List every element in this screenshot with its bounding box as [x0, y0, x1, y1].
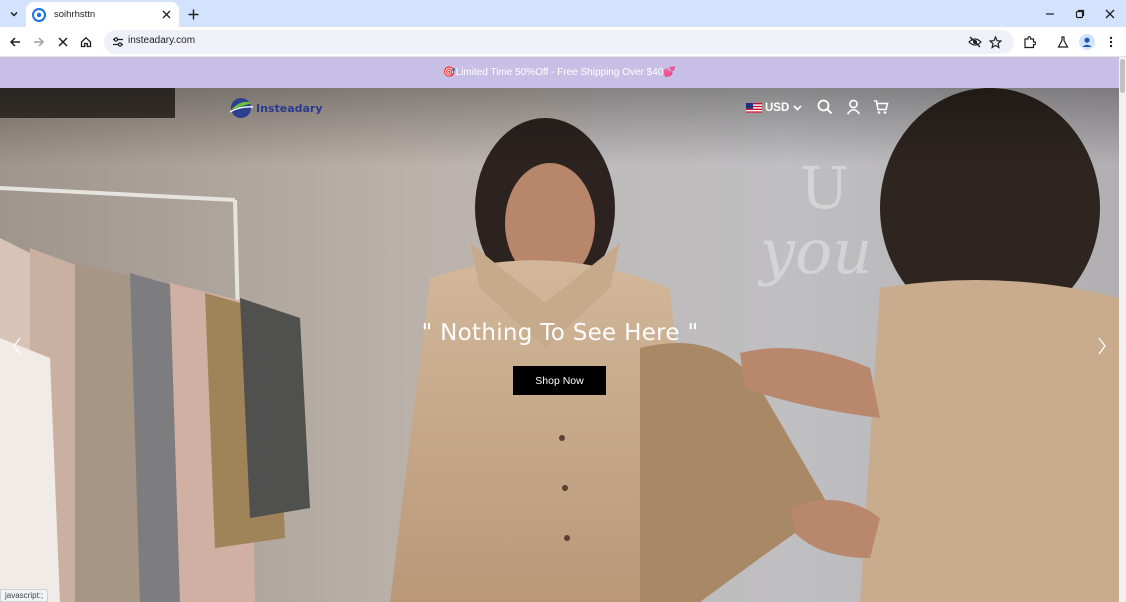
home-icon — [80, 36, 92, 48]
announcement-message: Limited Time 50%Off - Free Shipping Over… — [455, 67, 664, 78]
prev-slide-button[interactable] — [10, 336, 24, 356]
search-button[interactable] — [816, 98, 834, 116]
status-bubble: javascript:; — [0, 589, 49, 602]
tab-title: soihrhsttn — [54, 9, 96, 20]
minimize-icon — [1045, 9, 1055, 19]
active-tab[interactable]: soihrhsttn — [26, 2, 179, 27]
logo-mark-icon — [228, 97, 254, 119]
search-icon — [817, 99, 833, 115]
announcement-bar[interactable]: 🎯Limited Time 50%Off - Free Shipping Ove… — [0, 57, 1119, 88]
menu-button[interactable] — [1101, 32, 1121, 52]
heart-emoji: 💕 — [663, 67, 676, 78]
tab-strip: soihrhsttn — [0, 0, 1126, 27]
chevron-left-icon — [12, 337, 22, 355]
chevron-right-icon — [1097, 337, 1107, 355]
flask-icon — [1057, 36, 1069, 48]
address-bar[interactable]: insteadary.com — [104, 30, 1014, 54]
user-icon — [846, 99, 861, 115]
tune-icon[interactable] — [109, 33, 127, 51]
browser-toolbar: insteadary.com — [0, 27, 1126, 57]
close-window-button[interactable] — [1101, 5, 1119, 23]
hero-slideshow: U you — [0, 88, 1119, 602]
chevron-down-icon — [9, 9, 19, 19]
site-header: Insteadary USD — [0, 88, 1119, 128]
profile-button[interactable] — [1077, 32, 1097, 52]
currency-selector[interactable]: USD — [746, 100, 802, 116]
tab-search-button[interactable] — [4, 4, 24, 24]
close-icon — [1105, 9, 1115, 19]
star-icon[interactable] — [986, 33, 1004, 51]
arrow-right-icon — [33, 36, 45, 48]
new-tab-button[interactable] — [184, 5, 202, 23]
site-logo[interactable]: Insteadary — [228, 97, 323, 119]
restore-button[interactable] — [1071, 5, 1089, 23]
eye-off-icon[interactable] — [966, 33, 984, 51]
shop-now-button[interactable]: Shop Now — [513, 366, 606, 395]
chevron-down-icon — [793, 105, 802, 111]
account-button[interactable] — [844, 98, 862, 116]
extensions-button[interactable] — [1019, 32, 1039, 52]
us-flag-icon — [746, 103, 762, 113]
minimize-button[interactable] — [1041, 5, 1059, 23]
puzzle-icon — [1023, 35, 1036, 49]
back-button[interactable] — [5, 32, 25, 52]
scrollbar-thumb[interactable] — [1120, 59, 1125, 93]
restore-icon — [1075, 9, 1085, 19]
labs-button[interactable] — [1053, 32, 1073, 52]
site-favicon — [32, 7, 46, 22]
page-viewport: 🎯Limited Time 50%Off - Free Shipping Ove… — [0, 57, 1126, 602]
kebab-menu-icon — [1109, 36, 1113, 48]
page-scrollbar[interactable] — [1119, 57, 1126, 602]
url-text[interactable]: insteadary.com — [128, 35, 195, 46]
home-button[interactable] — [76, 32, 96, 52]
stop-button[interactable] — [53, 32, 73, 52]
close-icon — [58, 37, 68, 47]
cart-button[interactable] — [872, 98, 890, 116]
person-icon — [1079, 34, 1095, 50]
cart-icon — [873, 99, 889, 115]
next-slide-button[interactable] — [1095, 336, 1109, 356]
announcement-text: 🎯Limited Time 50%Off - Free Shipping Ove… — [443, 67, 676, 78]
logo-text: Insteadary — [256, 101, 323, 115]
target-emoji: 🎯 — [443, 67, 456, 78]
close-tab-icon[interactable] — [158, 7, 174, 23]
currency-label: USD — [765, 102, 790, 114]
forward-button[interactable] — [29, 32, 49, 52]
plus-icon — [188, 9, 199, 20]
hero-title: " Nothing To See Here " — [421, 320, 699, 346]
arrow-left-icon — [9, 36, 21, 48]
